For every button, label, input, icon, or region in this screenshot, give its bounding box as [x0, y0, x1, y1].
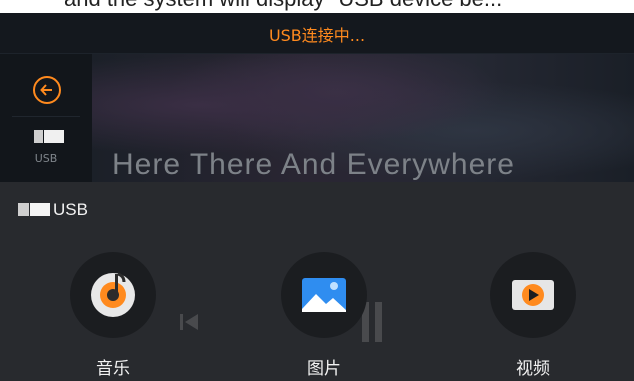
- nav-usb-source[interactable]: USB: [12, 120, 80, 176]
- music-disc-icon: [91, 272, 135, 317]
- video-app-button[interactable]: 视频: [483, 252, 583, 379]
- now-playing-title: Here There And Everywhere: [112, 148, 515, 181]
- prev-track-icon: [178, 310, 202, 338]
- pictures-icon-bg: [281, 252, 367, 338]
- usb-media-sheet: USB 音乐 图片 视频: [0, 182, 634, 381]
- usb-drive-icon: [34, 130, 66, 143]
- usb-connecting-status: USB连接中...: [268, 26, 366, 45]
- usb-source-label: USB: [53, 200, 88, 219]
- music-label: 音乐: [96, 359, 130, 379]
- video-label: 视频: [516, 359, 550, 379]
- arrow-left-circle-icon: [33, 76, 61, 104]
- usb-drive-icon: [18, 203, 29, 216]
- status-bar: USB连接中...: [0, 13, 634, 54]
- doc-caption-fragment: and the system will display "USB device …: [0, 0, 634, 13]
- back-button[interactable]: [12, 60, 80, 117]
- doc-caption-text: and the system will display "USB device …: [64, 0, 502, 12]
- pictures-app-button[interactable]: 图片: [274, 252, 374, 379]
- pictures-label: 图片: [307, 359, 341, 379]
- video-icon-bg: [490, 252, 576, 338]
- music-icon-bg: [70, 252, 156, 338]
- music-app-button[interactable]: 音乐: [63, 252, 163, 379]
- picture-icon: [302, 278, 346, 312]
- nav-usb-label: USB: [34, 152, 58, 165]
- video-play-icon: [512, 280, 554, 310]
